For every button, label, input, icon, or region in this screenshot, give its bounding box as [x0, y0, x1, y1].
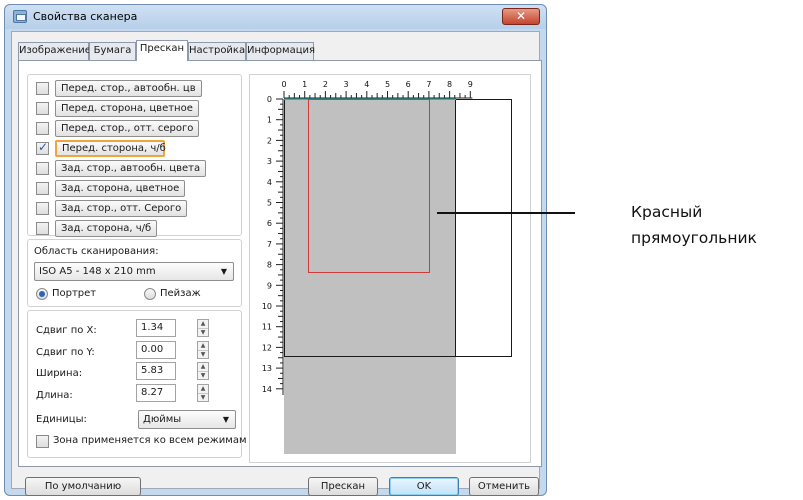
ruler-v-label: 7	[267, 240, 272, 249]
ruler-h-label: 2	[323, 80, 328, 89]
mode-checkbox[interactable]	[36, 162, 49, 175]
ruler-h-label: 4	[364, 80, 369, 89]
ruler-v-label: 4	[267, 178, 272, 187]
ruler-v-label: 10	[262, 302, 272, 311]
length-input[interactable]: 8.27	[136, 384, 176, 402]
width-input[interactable]: 5.83	[136, 362, 176, 380]
dialog-client: Изображение Бумага Прескан Настройка Инф…	[11, 31, 542, 496]
ruler-v-label: 12	[262, 343, 272, 352]
landscape-radio[interactable]	[144, 288, 156, 300]
ruler-v-label: 9	[267, 281, 272, 290]
preview-rulers: 0 1 2 3 4 5 6 7 8 901234567891011121314	[262, 80, 473, 396]
scan-area-label: Область сканирования:	[34, 246, 159, 257]
mode-button[interactable]: Зад. сторона, ч/б	[55, 220, 158, 237]
title-bar[interactable]: Свойства сканера ✕	[5, 5, 546, 29]
tab-information[interactable]: Информация	[246, 42, 315, 60]
mode-checkbox[interactable]	[36, 202, 49, 215]
offset-x-spinner[interactable]: ▲ ▼	[197, 319, 209, 337]
callout-label-line1: Красный	[631, 203, 703, 221]
ruler-v-label: 14	[262, 385, 272, 394]
mode-checkbox[interactable]	[36, 182, 49, 195]
portrait-label: Портрет	[52, 288, 97, 299]
scan-area-select[interactable]: ISO A5 - 148 x 210 mm ▼	[34, 262, 234, 281]
ruler-h-label: 6	[406, 80, 411, 89]
ruler-h-label: 1	[302, 80, 307, 89]
units-select[interactable]: Дюймы ▼	[138, 410, 236, 429]
scan-area-value: ISO A5 - 148 x 210 mm	[39, 266, 156, 277]
ruler-h-label: 5	[385, 80, 390, 89]
ruler-v-label: 11	[262, 323, 272, 332]
mode-checkbox[interactable]	[36, 102, 49, 115]
mode-button[interactable]: Перед. сторона, цветное	[55, 100, 199, 117]
tab-image[interactable]: Изображение	[18, 42, 91, 60]
offset-y-label: Сдвиг по Y:	[36, 347, 95, 358]
width-spinner[interactable]: ▲ ▼	[197, 362, 209, 380]
units-value: Дюймы	[143, 414, 182, 425]
scanner-properties-window: Свойства сканера ✕ Изображение Бумага Пр…	[4, 4, 547, 496]
chevron-down-icon: ▼	[220, 267, 227, 276]
ruler-h-label: 0	[281, 80, 286, 89]
scan-area-group: Область сканирования: ISO A5 - 148 x 210…	[27, 239, 242, 307]
apply-all-label: Зона применяется ко всем режимам	[53, 435, 247, 446]
mode-button[interactable]: Зад. стор., автообн. цвета	[55, 160, 207, 177]
mode-checkbox[interactable]	[36, 82, 49, 95]
tab-settings[interactable]: Настройка	[188, 42, 246, 60]
cancel-button[interactable]: Отменить	[469, 477, 539, 496]
ruler-v-label: 2	[267, 136, 272, 145]
length-label: Длина:	[36, 390, 73, 401]
mode-button[interactable]: Перед. стор., отт. серого	[55, 120, 200, 137]
offset-y-spinner[interactable]: ▲ ▼	[197, 341, 209, 359]
length-spinner[interactable]: ▲ ▼	[197, 384, 209, 402]
mode-button[interactable]: Зад. стор., отт. Серого	[55, 200, 188, 217]
portrait-radio[interactable]	[36, 288, 48, 300]
mode-button[interactable]: Зад. сторона, цветное	[55, 180, 186, 197]
offset-x-input[interactable]: 1.34	[136, 319, 176, 337]
ruler-h-label: 8	[447, 80, 452, 89]
defaults-button[interactable]: По умолчанию	[25, 477, 141, 496]
prescan-panel: Перед. стор., автообн. цв Перед. сторона…	[18, 60, 542, 467]
mode-button-selected[interactable]: Перед. сторона, ч/б	[55, 140, 166, 157]
ruler-h-label: 3	[344, 80, 349, 89]
ruler-v-label: 13	[262, 364, 272, 373]
chevron-down-icon: ▼	[222, 415, 229, 424]
units-label: Единицы:	[36, 414, 87, 425]
callout-label-line2: прямоугольник	[631, 229, 757, 247]
scan-modes-group: Перед. стор., автообн. цв Перед. сторона…	[27, 74, 242, 237]
mode-checkbox[interactable]	[36, 122, 49, 135]
area-dimensions-group: Сдвиг по X: 1.34 ▲ ▼ Сдвиг по Y: 0.00 ▲ ▼ …	[27, 310, 247, 458]
ruler-h-label: 7	[426, 80, 431, 89]
ruler-v-label: 0	[267, 95, 272, 104]
landscape-label: Пейзаж	[160, 288, 201, 299]
ruler-v-label: 1	[267, 116, 272, 125]
ruler-h-label: 9	[468, 80, 473, 89]
preview-pane: 0 1 2 3 4 5 6 7 8 9 0 1 2 3 4 5 6 7 8 9 10 11 12 13 14	[249, 74, 531, 463]
apply-all-checkbox[interactable]	[36, 435, 49, 448]
offset-y-input[interactable]: 0.00	[136, 341, 176, 359]
scanner-icon	[13, 10, 27, 23]
ruler-v-label: 6	[267, 219, 272, 228]
tab-prescan[interactable]: Прескан	[136, 40, 188, 61]
ruler-v-label: 3	[267, 157, 272, 166]
tab-paper[interactable]: Бумага	[89, 42, 136, 60]
ruler-v-label: 5	[267, 199, 272, 208]
mode-checkbox[interactable]	[36, 140, 49, 155]
callout-pointer-line	[437, 212, 575, 214]
ruler-v-label: 8	[267, 261, 272, 270]
prescan-button[interactable]: Прескан	[308, 477, 378, 496]
ok-button[interactable]: OK	[389, 477, 459, 496]
width-label: Ширина:	[36, 368, 83, 379]
offset-x-label: Сдвиг по X:	[36, 325, 97, 336]
mode-button[interactable]: Перед. стор., автообн. цв	[55, 80, 202, 97]
mode-checkbox[interactable]	[36, 222, 49, 235]
window-title: Свойства сканера	[33, 10, 138, 23]
close-button[interactable]: ✕	[502, 8, 540, 25]
